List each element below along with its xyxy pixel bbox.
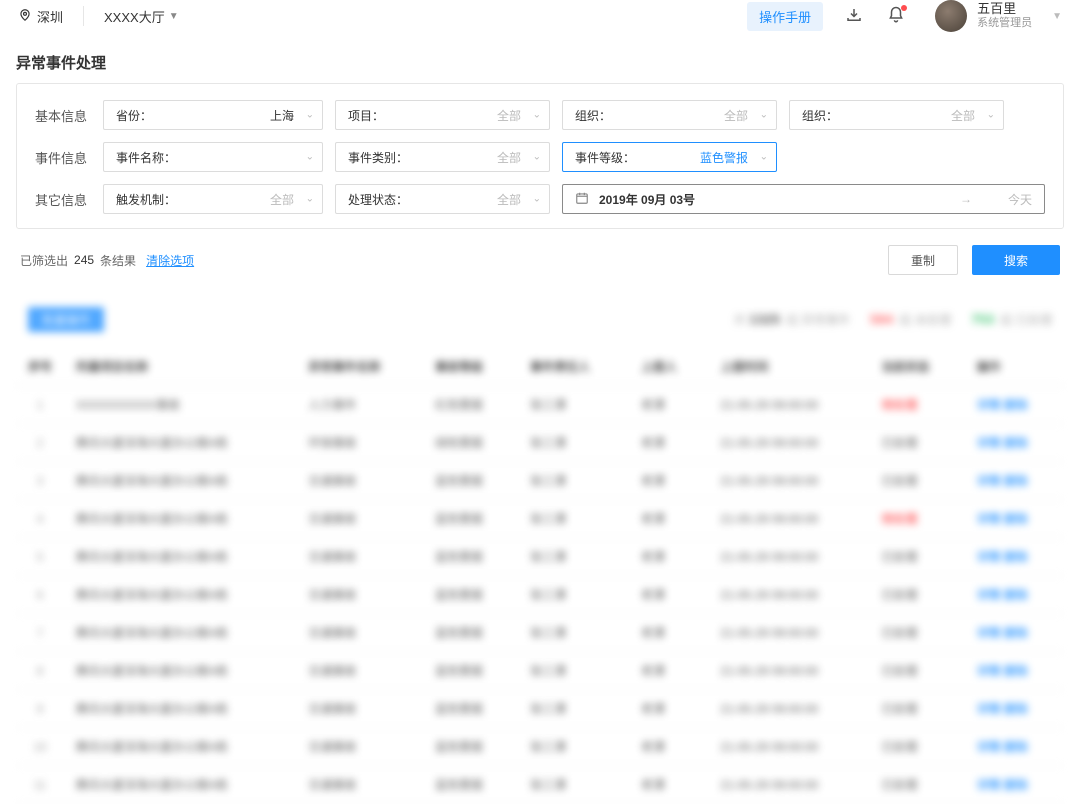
chevron-down-icon: ⌄ xyxy=(533,194,541,205)
row-label-basic: 基本信息 xyxy=(35,106,91,125)
date-range-input[interactable]: 2019年 09月 03号 → 今天 xyxy=(562,184,1045,214)
table-row: 2腾讯大厦深海大厦办公楼A栋环保事故绿色警报张三潭老潭21-05-29 09:0… xyxy=(16,424,1064,462)
row-label-event: 事件信息 xyxy=(35,148,91,167)
location-indicator[interactable]: 深圳 xyxy=(18,7,63,26)
clear-filters-link[interactable]: 清除选项 xyxy=(146,252,194,269)
table-row: 4腾讯大厦深海大厦办公楼A栋交通事故蓝色警报张三潭老潭21-05-29 09:0… xyxy=(16,500,1064,538)
table-row: 11腾讯大厦深海大厦办公楼A栋交通事故蓝色警报张三潭老潭21-05-29 09:… xyxy=(16,766,1064,804)
table-header: 上报人 xyxy=(629,348,708,386)
table-row: 3腾讯大厦深海大厦办公楼A栋交通事故蓝色警报张三潭老潭21-05-29 09:0… xyxy=(16,462,1064,500)
results-count: 245 xyxy=(74,253,94,267)
arrow-right-icon: → xyxy=(960,192,972,206)
table-row: 8腾讯大厦深海大厦办公楼A栋交通事故蓝色警报张三潭老潭21-05-29 09:0… xyxy=(16,652,1064,690)
summary-row: 批量操作 共 1325 起 异常事件 584 起 未处理 753 起 已处理 xyxy=(16,299,1064,340)
select-event-name[interactable]: 事件名称： ⌄ xyxy=(103,142,323,172)
chevron-down-icon: ⌄ xyxy=(760,152,768,163)
row-label-other: 其它信息 xyxy=(35,190,91,209)
calendar-icon xyxy=(575,191,589,208)
avatar xyxy=(935,0,967,32)
divider xyxy=(83,6,84,26)
table-row: 1XXXXXXXXXX事故人力事件红色警报张三潭老潭21-05-29 09:00… xyxy=(16,386,1064,424)
user-name: 五百里 xyxy=(977,1,1032,17)
location-text: 深圳 xyxy=(37,7,63,26)
chevron-down-icon: ⌄ xyxy=(533,152,541,163)
building-dropdown[interactable]: XXXX大厅 ▼ xyxy=(104,7,179,26)
notifications-button[interactable] xyxy=(885,5,907,27)
select-event-type[interactable]: 事件类别： 全部 ⌄ xyxy=(335,142,550,172)
table-row: 10腾讯大厦深海大厦办公楼A栋交通事故蓝色警报张三潭老潭21-05-29 09:… xyxy=(16,728,1064,766)
select-event-level[interactable]: 事件等级： 蓝色警报 ⌄ xyxy=(562,142,777,172)
download-icon xyxy=(845,6,863,27)
table-row: 9腾讯大厦深海大厦办公楼A栋交通事故蓝色警报张三潭老潭21-05-29 09:0… xyxy=(16,690,1064,728)
select-province[interactable]: 省份： 上海 ⌄ xyxy=(103,100,323,130)
topbar: 深圳 XXXX大厅 ▼ 操作手册 五百里 系统管理员 ▼ xyxy=(0,0,1080,32)
table-header: 操作 xyxy=(964,348,1064,386)
chevron-down-icon: ⌄ xyxy=(306,152,314,163)
results-suffix: 条结果 xyxy=(100,252,136,269)
table-row: 5腾讯大厦深海大厦办公楼A栋交通事故蓝色警报张三潭老潭21-05-29 09:0… xyxy=(16,538,1064,576)
filter-row-basic: 基本信息 省份： 上海 ⌄ 项目： 全部 ⌄ 组织： 全部 ⌄ 组织： 全部 ⌄ xyxy=(35,100,1045,130)
select-event-level-value: 蓝色警报 xyxy=(700,149,748,166)
caret-down-icon: ▼ xyxy=(1052,11,1062,22)
filter-panel: 基本信息 省份： 上海 ⌄ 项目： 全部 ⌄ 组织： 全部 ⌄ 组织： 全部 ⌄ xyxy=(16,83,1064,229)
download-button[interactable] xyxy=(843,5,865,27)
select-trigger[interactable]: 触发机制： 全部 ⌄ xyxy=(103,184,323,214)
user-role: 系统管理员 xyxy=(977,17,1032,31)
batch-button: 批量操作 xyxy=(28,307,104,332)
filter-row-event: 事件信息 事件名称： ⌄ 事件类别： 全部 ⌄ 事件等级： 蓝色警报 ⌄ xyxy=(35,142,1045,172)
chevron-down-icon: ⌄ xyxy=(306,194,314,205)
results-bar: 已筛选出 245 条结果 清除选项 重制 搜索 xyxy=(16,229,1064,275)
select-status[interactable]: 处理状态： 全部 ⌄ xyxy=(335,184,550,214)
chevron-down-icon: ⌄ xyxy=(760,110,768,121)
table-header: 异常事件名称 xyxy=(296,348,423,386)
chevron-down-icon: ⌄ xyxy=(533,110,541,121)
date-start-value: 2019年 09月 03号 xyxy=(599,191,695,208)
results-table-blurred: 批量操作 共 1325 起 异常事件 584 起 未处理 753 起 已处理 序… xyxy=(16,299,1064,804)
table-header: 当前状态 xyxy=(869,348,964,386)
chevron-down-icon: ⌄ xyxy=(306,110,314,121)
building-label: XXXX大厅 xyxy=(104,7,165,26)
select-project[interactable]: 项目： 全部 ⌄ xyxy=(335,100,550,130)
date-end-value: 今天 xyxy=(1008,191,1032,208)
caret-down-icon: ▼ xyxy=(169,11,179,22)
notification-dot-icon xyxy=(901,5,907,11)
reset-button[interactable]: 重制 xyxy=(888,245,958,275)
table-row: 7腾讯大厦深海大厦办公楼A栋交通事故蓝色警报张三潭老潭21-05-29 09:0… xyxy=(16,614,1064,652)
table-header: 所属项目名称 xyxy=(64,348,296,386)
user-menu[interactable]: 五百里 系统管理员 ▼ xyxy=(935,0,1062,32)
table-header: 事故等级 xyxy=(423,348,518,386)
select-org-2[interactable]: 组织： 全部 ⌄ xyxy=(789,100,1004,130)
page-body: 异常事件处理 基本信息 省份： 上海 ⌄ 项目： 全部 ⌄ 组织： 全部 ⌄ 组… xyxy=(0,32,1080,804)
table-header: 上报时间 xyxy=(708,348,869,386)
events-table: 序号所属项目名称异常事件名称事故等级事件责任人上报人上报时间当前状态操作 1XX… xyxy=(16,348,1064,804)
manual-button[interactable]: 操作手册 xyxy=(747,2,823,31)
results-prefix: 已筛选出 xyxy=(20,252,68,269)
select-province-value: 上海 xyxy=(270,107,294,124)
page-title: 异常事件处理 xyxy=(16,52,1064,73)
search-button[interactable]: 搜索 xyxy=(972,245,1060,275)
chevron-down-icon: ⌄ xyxy=(987,110,995,121)
table-header: 事件责任人 xyxy=(518,348,629,386)
pin-icon xyxy=(18,8,32,25)
table-header: 序号 xyxy=(16,348,64,386)
filter-row-other: 其它信息 触发机制： 全部 ⌄ 处理状态： 全部 ⌄ 2019年 09月 03号… xyxy=(35,184,1045,214)
table-row: 6腾讯大厦深海大厦办公楼A栋交通事故蓝色警报张三潭老潭21-05-29 09:0… xyxy=(16,576,1064,614)
select-org-1[interactable]: 组织： 全部 ⌄ xyxy=(562,100,777,130)
